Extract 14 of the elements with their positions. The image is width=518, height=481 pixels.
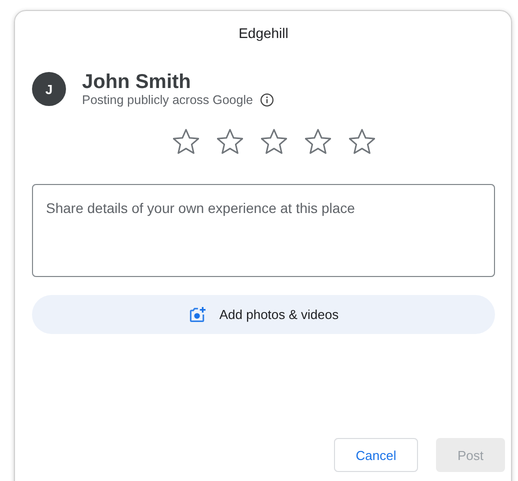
place-title: Edgehill [238,25,288,41]
star-icon[interactable] [304,129,330,154]
star-icon[interactable] [216,129,242,154]
avatar: J [32,72,66,106]
review-field[interactable]: Share details of your own experience at this place [32,184,495,277]
cancel-button[interactable]: Cancel [334,438,418,472]
star-icon[interactable] [348,129,374,154]
add-photos-button[interactable]: Add photos & videos [32,295,495,334]
user-name: John Smith [82,71,192,93]
info-icon[interactable] [260,93,274,107]
star-icon[interactable] [260,129,286,154]
camera-plus-icon [188,306,208,323]
star-icon[interactable] [172,129,198,154]
posting-note: Posting publicly across Google [82,93,253,107]
